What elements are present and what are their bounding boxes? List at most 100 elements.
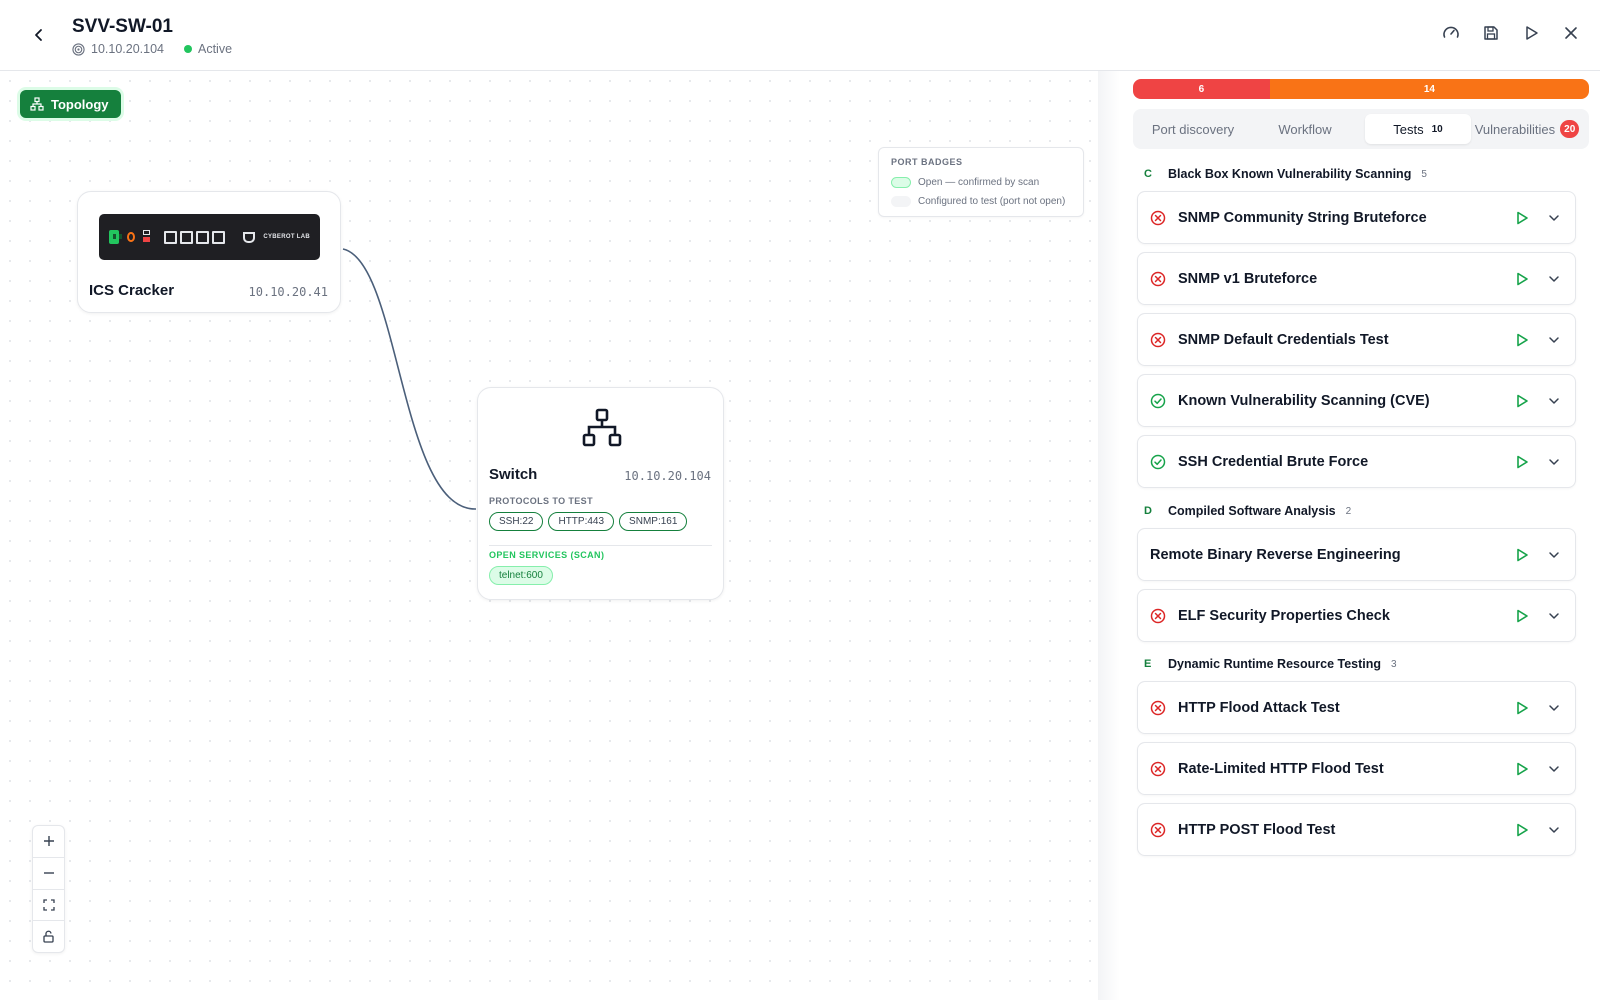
test-card[interactable]: SSH Credential Brute Force: [1137, 435, 1576, 488]
test-actions: [1513, 270, 1563, 288]
chevron-down-icon: [1549, 336, 1559, 343]
test-status: [1150, 332, 1166, 348]
run-test-button[interactable]: [1513, 546, 1531, 564]
zoom-out-button[interactable]: [33, 858, 64, 890]
expand-test-button[interactable]: [1545, 699, 1563, 717]
close-button[interactable]: [1560, 22, 1582, 44]
play-icon: [1517, 333, 1528, 346]
test-card[interactable]: Rate-Limited HTTP Flood Test: [1137, 742, 1576, 795]
tab-vulnerabilities[interactable]: Vulnerabilities 20: [1471, 114, 1583, 144]
group-letter: C: [1144, 168, 1152, 180]
lock-button[interactable]: [33, 921, 64, 952]
topology-canvas[interactable]: Topology PORT BADGES Open — confirmed by…: [0, 71, 1100, 1000]
zoom-in-button[interactable]: [33, 826, 64, 858]
legend-open-label: Open — confirmed by scan: [918, 177, 1040, 188]
group-count: 2: [1345, 505, 1352, 517]
play-icon: [1517, 272, 1528, 285]
open-service-badge: telnet:600: [489, 566, 553, 585]
chevron-left-icon: [35, 29, 42, 41]
play-icon: [1517, 394, 1528, 407]
tests-count: 10: [1431, 123, 1443, 135]
topology-label: Topology: [51, 96, 109, 112]
group-letter: E: [1144, 658, 1152, 670]
test-actions: [1513, 331, 1563, 349]
test-card[interactable]: SNMP Default Credentials Test: [1137, 313, 1576, 366]
play-icon: [1517, 701, 1528, 714]
run-test-button[interactable]: [1513, 453, 1531, 471]
back-button[interactable]: [28, 24, 50, 46]
switch-node[interactable]: Switch 10.10.20.104 PROTOCOLS TO TEST SS…: [477, 387, 724, 600]
target-icon: [72, 42, 85, 56]
legend-open-row: Open — confirmed by scan: [891, 173, 1071, 192]
expand-test-button[interactable]: [1545, 453, 1563, 471]
group-title: Compiled Software Analysis: [1168, 504, 1336, 518]
test-name: Rate-Limited HTTP Flood Test: [1178, 760, 1384, 777]
ics-cracker-node[interactable]: CYBEROT LAB ICS Cracker 10.10.20.41: [77, 191, 341, 313]
test-card[interactable]: HTTP Flood Attack Test: [1137, 681, 1576, 734]
test-actions: [1513, 760, 1563, 778]
topology-button[interactable]: Topology: [20, 90, 121, 118]
run-test-button[interactable]: [1513, 331, 1531, 349]
fullscreen-icon: [42, 899, 55, 911]
panel-divider: [1098, 71, 1120, 1000]
run-test-button[interactable]: [1513, 392, 1531, 410]
switch-node-ip: 10.10.20.104: [624, 469, 711, 483]
open-service-badges: telnet:600: [489, 566, 553, 585]
failed-icon: [1150, 332, 1166, 347]
test-card[interactable]: HTTP POST Flood Test: [1137, 803, 1576, 856]
test-name: SSH Credential Brute Force: [1178, 453, 1369, 470]
test-status: [1150, 822, 1166, 838]
expand-test-button[interactable]: [1545, 331, 1563, 349]
power-icon: [127, 232, 135, 242]
open-services-label: OPEN SERVICES (SCAN): [489, 550, 605, 560]
expand-test-button[interactable]: [1545, 760, 1563, 778]
save-button[interactable]: [1480, 22, 1502, 44]
severity-segment: 14: [1269, 79, 1589, 99]
failed-icon: [1150, 700, 1166, 715]
test-status: [1150, 608, 1166, 624]
test-card[interactable]: SNMP v1 Bruteforce: [1137, 252, 1576, 305]
test-status: [1150, 271, 1166, 287]
dashboard-button[interactable]: [1440, 22, 1462, 44]
protocols-label: PROTOCOLS TO TEST: [489, 496, 593, 506]
header-actions: [1440, 22, 1582, 44]
protocol-badge: SNMP:161: [619, 512, 688, 531]
legend-configured-row: Configured to test (port not open): [891, 192, 1071, 211]
unlock-icon: [43, 930, 54, 943]
fit-view-button[interactable]: [33, 890, 64, 922]
open-swatch: [891, 177, 911, 188]
run-test-button[interactable]: [1513, 209, 1531, 227]
expand-test-button[interactable]: [1545, 209, 1563, 227]
tab-port-discovery[interactable]: Port discovery: [1137, 114, 1249, 144]
run-test-button[interactable]: [1513, 821, 1531, 839]
network-icon: [30, 97, 44, 111]
switch-node-name: Switch: [489, 466, 538, 483]
tab-tests[interactable]: Tests 10: [1365, 114, 1471, 144]
failed-icon: [1150, 822, 1166, 837]
expand-test-button[interactable]: [1545, 607, 1563, 625]
run-button[interactable]: [1520, 22, 1542, 44]
test-name: Remote Binary Reverse Engineering: [1150, 546, 1401, 563]
run-test-button[interactable]: [1513, 699, 1531, 717]
test-card[interactable]: ELF Security Properties Check: [1137, 589, 1576, 642]
expand-test-button[interactable]: [1545, 546, 1563, 564]
test-name: SNMP v1 Bruteforce: [1178, 270, 1318, 287]
run-test-button[interactable]: [1513, 760, 1531, 778]
tab-label: Port discovery: [1151, 121, 1235, 137]
test-card[interactable]: SNMP Community String Bruteforce: [1137, 191, 1576, 244]
play-icon: [1517, 762, 1528, 775]
chevron-down-icon: [1549, 551, 1559, 558]
run-test-button[interactable]: [1513, 270, 1531, 288]
run-test-button[interactable]: [1513, 607, 1531, 625]
expand-test-button[interactable]: [1545, 270, 1563, 288]
expand-test-button[interactable]: [1545, 392, 1563, 410]
tab-workflow[interactable]: Workflow: [1249, 114, 1361, 144]
passed-icon: [1150, 393, 1166, 408]
test-card[interactable]: Known Vulnerability Scanning (CVE): [1137, 374, 1576, 427]
group-title: Black Box Known Vulnerability Scanning: [1168, 167, 1412, 181]
test-card[interactable]: Remote Binary Reverse Engineering: [1137, 528, 1576, 581]
protocol-badge: HTTP:443: [548, 512, 615, 531]
group-letter: D: [1144, 505, 1152, 517]
device-subline: 10.10.20.104 Active: [72, 42, 232, 56]
expand-test-button[interactable]: [1545, 821, 1563, 839]
